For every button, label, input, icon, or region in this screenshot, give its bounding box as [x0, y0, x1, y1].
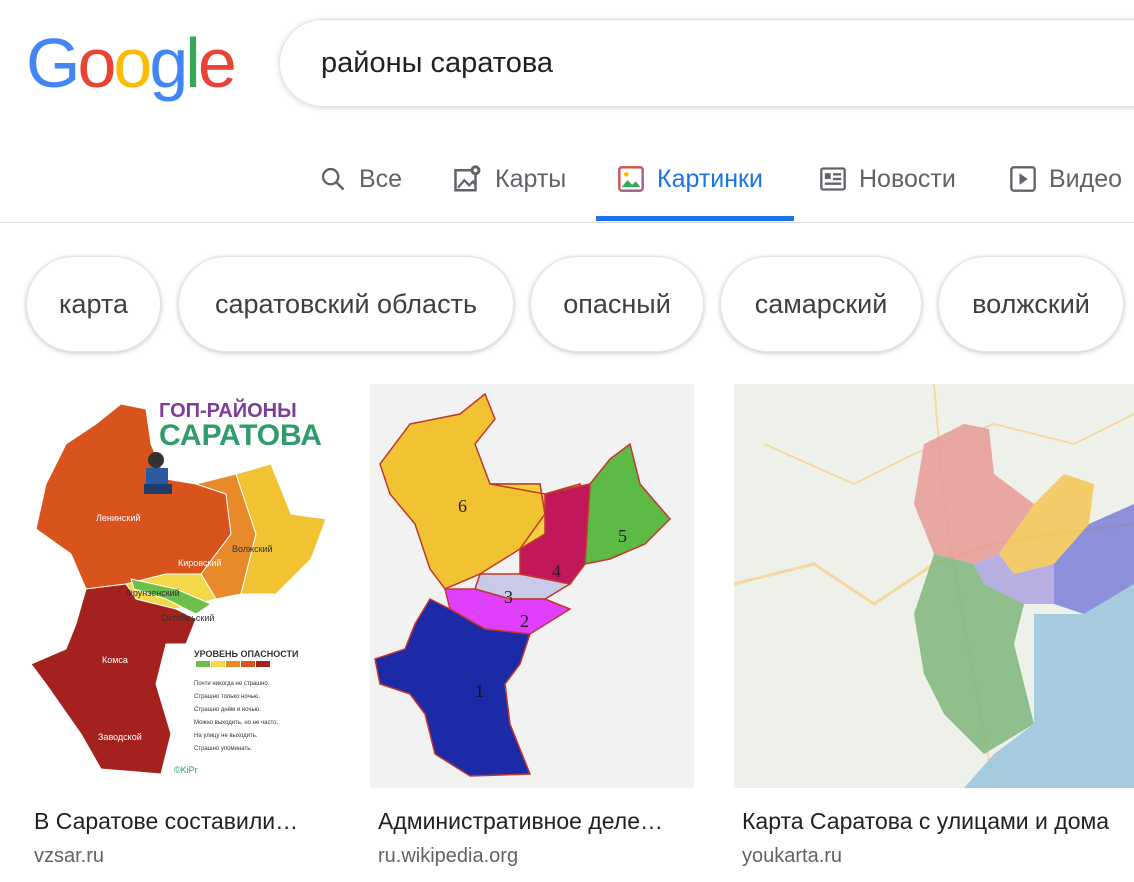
logo-letter: l	[185, 24, 200, 102]
chip-karta[interactable]: карта	[26, 256, 161, 352]
news-icon	[820, 167, 846, 191]
district-label: Волжский	[232, 544, 273, 554]
video-icon	[1010, 166, 1036, 192]
result-caption-3[interactable]: Карта Саратова с улицами и дома	[742, 808, 1109, 835]
result-image-2[interactable]: 6 5 4 3 2 1	[370, 384, 694, 788]
result-source-3[interactable]: youkarta.ru	[742, 845, 842, 868]
search-input[interactable]: районы саратова	[321, 47, 553, 80]
legend-item: Страшно днём и ночью.	[194, 707, 261, 713]
tab-video[interactable]: Видео	[1009, 162, 1122, 196]
result-source-2[interactable]: ru.wikipedia.org	[378, 845, 518, 868]
tab-label: Новости	[859, 164, 956, 193]
legend-item: Страшно упоминать.	[194, 746, 252, 752]
chip-saratov-region[interactable]: саратовский область	[178, 256, 514, 352]
map-pin-icon	[454, 165, 481, 192]
tab-maps[interactable]: Карты	[453, 162, 566, 196]
search-box[interactable]: районы саратова	[279, 19, 1134, 107]
tab-label: Карты	[495, 164, 567, 193]
district-label: Октябрьский	[161, 613, 214, 623]
street-map	[734, 384, 1134, 788]
district-label: Фрунзенский	[126, 588, 180, 598]
image-icon	[618, 166, 644, 192]
district-number: 2	[520, 611, 529, 631]
logo-letter: g	[149, 24, 188, 102]
chip-volzhsky[interactable]: волжский	[938, 256, 1124, 352]
result-image-3[interactable]	[734, 384, 1134, 788]
district-label: Ленинский	[96, 513, 140, 523]
result-caption-2[interactable]: Административное деле…	[378, 808, 663, 835]
district-number: 6	[458, 496, 467, 516]
tab-images[interactable]: Картинки	[617, 162, 763, 196]
logo-letter: G	[26, 24, 80, 102]
search-icon	[321, 167, 345, 191]
watermark: ©KiPr	[174, 765, 198, 775]
legend-item: Почти никогда не страшно.	[194, 681, 270, 687]
active-tab-indicator	[596, 216, 794, 221]
map-title-line-2: САРАТОВА	[159, 419, 322, 452]
tab-label: Картинки	[657, 164, 763, 193]
administrative-map: 6 5 4 3 2 1	[370, 384, 694, 788]
result-source-1[interactable]: vzsar.ru	[34, 845, 104, 868]
tab-label: Видео	[1049, 164, 1123, 193]
legend-title: УРОВЕНЬ ОПАСНОСТИ	[194, 649, 298, 659]
search-tabs: Все Карты Картинки Новости Видео	[0, 140, 1134, 223]
district-number: 4	[552, 561, 561, 581]
result-image-1[interactable]: ГОП-РАЙОНЫ САРАТОВА Ленинский Кировский …	[26, 384, 330, 788]
tab-news[interactable]: Новости	[819, 162, 956, 196]
district-label: Комса	[102, 655, 128, 665]
district-number: 3	[504, 587, 513, 607]
legend-item: На улицу не выходить.	[194, 733, 258, 739]
logo-letter: o	[77, 24, 116, 102]
result-caption-1[interactable]: В Саратове составили…	[34, 808, 298, 835]
legend-item: Страшно только ночью.	[194, 694, 260, 700]
district-number: 1	[475, 681, 484, 701]
tab-label: Все	[359, 164, 403, 193]
logo-letter: e	[197, 24, 237, 102]
logo-letter: o	[113, 24, 152, 102]
chip-dangerous[interactable]: опасный	[530, 256, 704, 352]
chip-samara[interactable]: самарский	[720, 256, 922, 352]
google-logo[interactable]: Google	[26, 24, 237, 102]
legend-item: Можно выходить, но не часто.	[194, 720, 278, 726]
district-number: 5	[618, 526, 627, 546]
tab-all[interactable]: Все	[319, 162, 402, 196]
district-label: Заводской	[98, 732, 142, 742]
district-label: Кировский	[178, 558, 221, 568]
district-danger-map: ГОП-РАЙОНЫ САРАТОВА Ленинский Кировский …	[26, 384, 330, 788]
